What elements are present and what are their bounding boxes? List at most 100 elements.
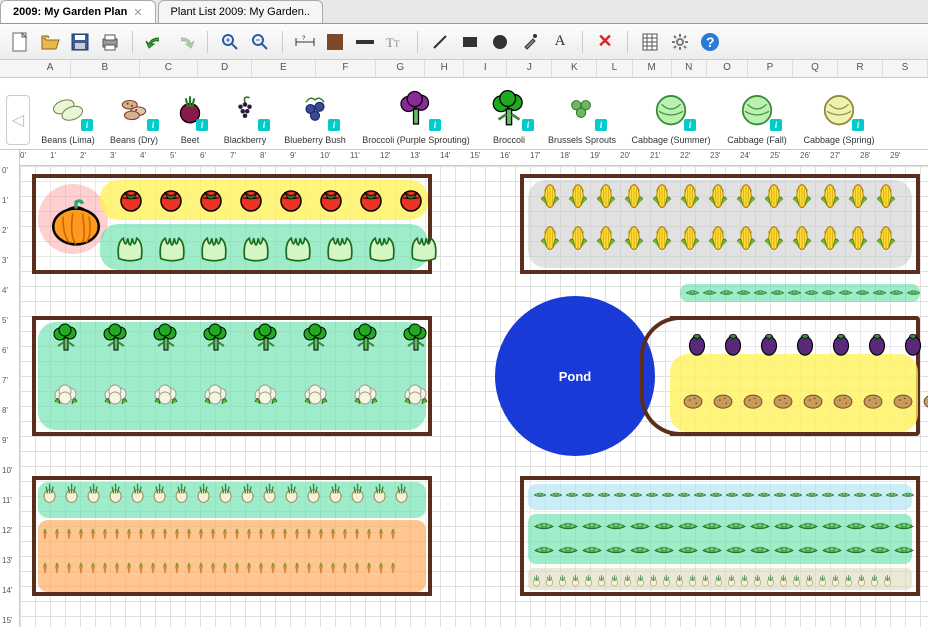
palette-item-broccoli-purple[interactable]: iBroccoli (Purple Sprouting) [356, 85, 476, 145]
plant-instance[interactable] [162, 554, 174, 582]
open-button[interactable] [38, 30, 62, 54]
plant-instance[interactable] [246, 520, 258, 548]
plant-instance[interactable] [66, 554, 78, 582]
plant-instance[interactable] [883, 566, 896, 594]
save-button[interactable] [68, 30, 92, 54]
plant-instance[interactable] [820, 482, 836, 510]
plant-instance[interactable] [680, 384, 706, 416]
plant-instance[interactable] [596, 482, 612, 510]
plant-instance[interactable] [86, 478, 108, 506]
plant-instance[interactable] [740, 566, 753, 594]
plant-instance[interactable] [826, 326, 856, 358]
plant-instance[interactable] [700, 538, 724, 566]
plant-instance[interactable] [597, 566, 610, 594]
plant-instance[interactable] [772, 538, 796, 566]
plant-instance[interactable] [342, 520, 354, 548]
plant-instance[interactable] [636, 566, 649, 594]
plant-instance[interactable] [344, 322, 388, 354]
plant-instance[interactable] [580, 482, 596, 510]
plant-instance[interactable] [44, 322, 88, 354]
palette-item-broccoli[interactable]: iBroccoli [480, 85, 538, 145]
plant-instance[interactable] [558, 566, 571, 594]
plant-instance[interactable] [788, 180, 816, 212]
plant-instance[interactable] [704, 222, 732, 254]
info-badge[interactable]: i [770, 119, 782, 131]
plant-instance[interactable] [294, 520, 306, 548]
plant-instance[interactable] [648, 180, 676, 212]
plant-instance[interactable] [612, 482, 628, 510]
plant-instance[interactable] [620, 222, 648, 254]
plant-instance[interactable] [94, 380, 138, 412]
plant-instance[interactable] [844, 222, 872, 254]
plant-instance[interactable] [372, 478, 394, 506]
text-style-button[interactable]: TT [383, 30, 407, 54]
plant-instance[interactable] [284, 478, 306, 506]
plant-instance[interactable] [770, 384, 796, 416]
plant-instance[interactable] [354, 520, 366, 548]
plant-instance[interactable] [222, 520, 234, 548]
plant-instance-pumpkin[interactable] [50, 194, 102, 246]
plant-row-peas[interactable] [684, 280, 922, 308]
plant-row-potato[interactable] [680, 384, 928, 416]
print-button[interactable] [98, 30, 122, 54]
plant-instance[interactable] [852, 482, 868, 510]
plant-row-cauliflower[interactable] [44, 380, 438, 412]
palette-item-beet[interactable]: iBeet [168, 85, 212, 145]
plant-instance[interactable] [328, 478, 350, 506]
plant-instance[interactable] [854, 280, 871, 308]
plant-instance[interactable] [786, 280, 803, 308]
plant-instance[interactable] [816, 180, 844, 212]
plant-instance[interactable] [732, 180, 760, 212]
plant-row-tomato[interactable] [115, 182, 427, 214]
plant-instance[interactable] [394, 478, 416, 506]
grid-canvas[interactable]: Pond [20, 166, 928, 627]
fill-color-button[interactable] [323, 30, 347, 54]
plant-instance[interactable] [196, 478, 218, 506]
plant-instance[interactable] [330, 554, 342, 582]
plant-instance[interactable] [532, 482, 548, 510]
plant-instance[interactable] [234, 554, 246, 582]
plant-row-onion[interactable] [42, 478, 416, 506]
plant-instance[interactable] [94, 322, 138, 354]
plant-instance[interactable] [222, 554, 234, 582]
info-badge[interactable]: i [684, 119, 696, 131]
plant-instance[interactable] [628, 482, 644, 510]
plant-instance[interactable] [753, 566, 766, 594]
tab-garden-plan[interactable]: 2009: My Garden Plan ✕ [0, 0, 156, 23]
plant-instance[interactable] [862, 326, 892, 358]
plant-instance[interactable] [868, 482, 884, 510]
plant-instance[interactable] [740, 482, 756, 510]
plant-instance[interactable] [564, 222, 592, 254]
plant-instance[interactable] [676, 180, 704, 212]
plant-instance[interactable] [64, 478, 86, 506]
plant-instance[interactable] [792, 566, 805, 594]
info-badge[interactable]: i [429, 119, 441, 131]
palette-item-cabbage-summer[interactable]: iCabbage (Summer) [626, 85, 716, 145]
plant-instance[interactable] [390, 520, 402, 548]
plant-instance[interactable] [732, 222, 760, 254]
delete-button[interactable]: ✕ [593, 30, 617, 54]
plant-instance[interactable] [564, 180, 592, 212]
palette-item-beans-lima[interactable]: iBeans (Lima) [36, 85, 100, 145]
plant-instance[interactable] [306, 554, 318, 582]
plant-instance[interactable] [701, 280, 718, 308]
plant-instance[interactable] [772, 482, 788, 510]
plant-instance[interactable] [174, 520, 186, 548]
plant-row-corn[interactable] [536, 222, 900, 254]
plant-row-carrot[interactable] [42, 520, 402, 548]
undo-button[interactable] [143, 30, 167, 54]
plant-row-lettuce[interactable] [112, 224, 442, 266]
plant-instance[interactable] [198, 554, 210, 582]
plant-instance[interactable] [394, 380, 438, 412]
plant-instance[interactable] [536, 180, 564, 212]
plant-instance[interactable] [318, 554, 330, 582]
plant-instance[interactable] [366, 554, 378, 582]
plant-instance[interactable] [740, 384, 766, 416]
plant-instance[interactable] [844, 538, 868, 566]
new-button[interactable] [8, 30, 32, 54]
plant-instance[interactable] [354, 554, 366, 582]
plant-instance[interactable] [868, 538, 892, 566]
plant-instance[interactable] [144, 380, 188, 412]
palette-back-button[interactable]: ◁ [6, 95, 30, 145]
plant-instance[interactable] [727, 566, 740, 594]
